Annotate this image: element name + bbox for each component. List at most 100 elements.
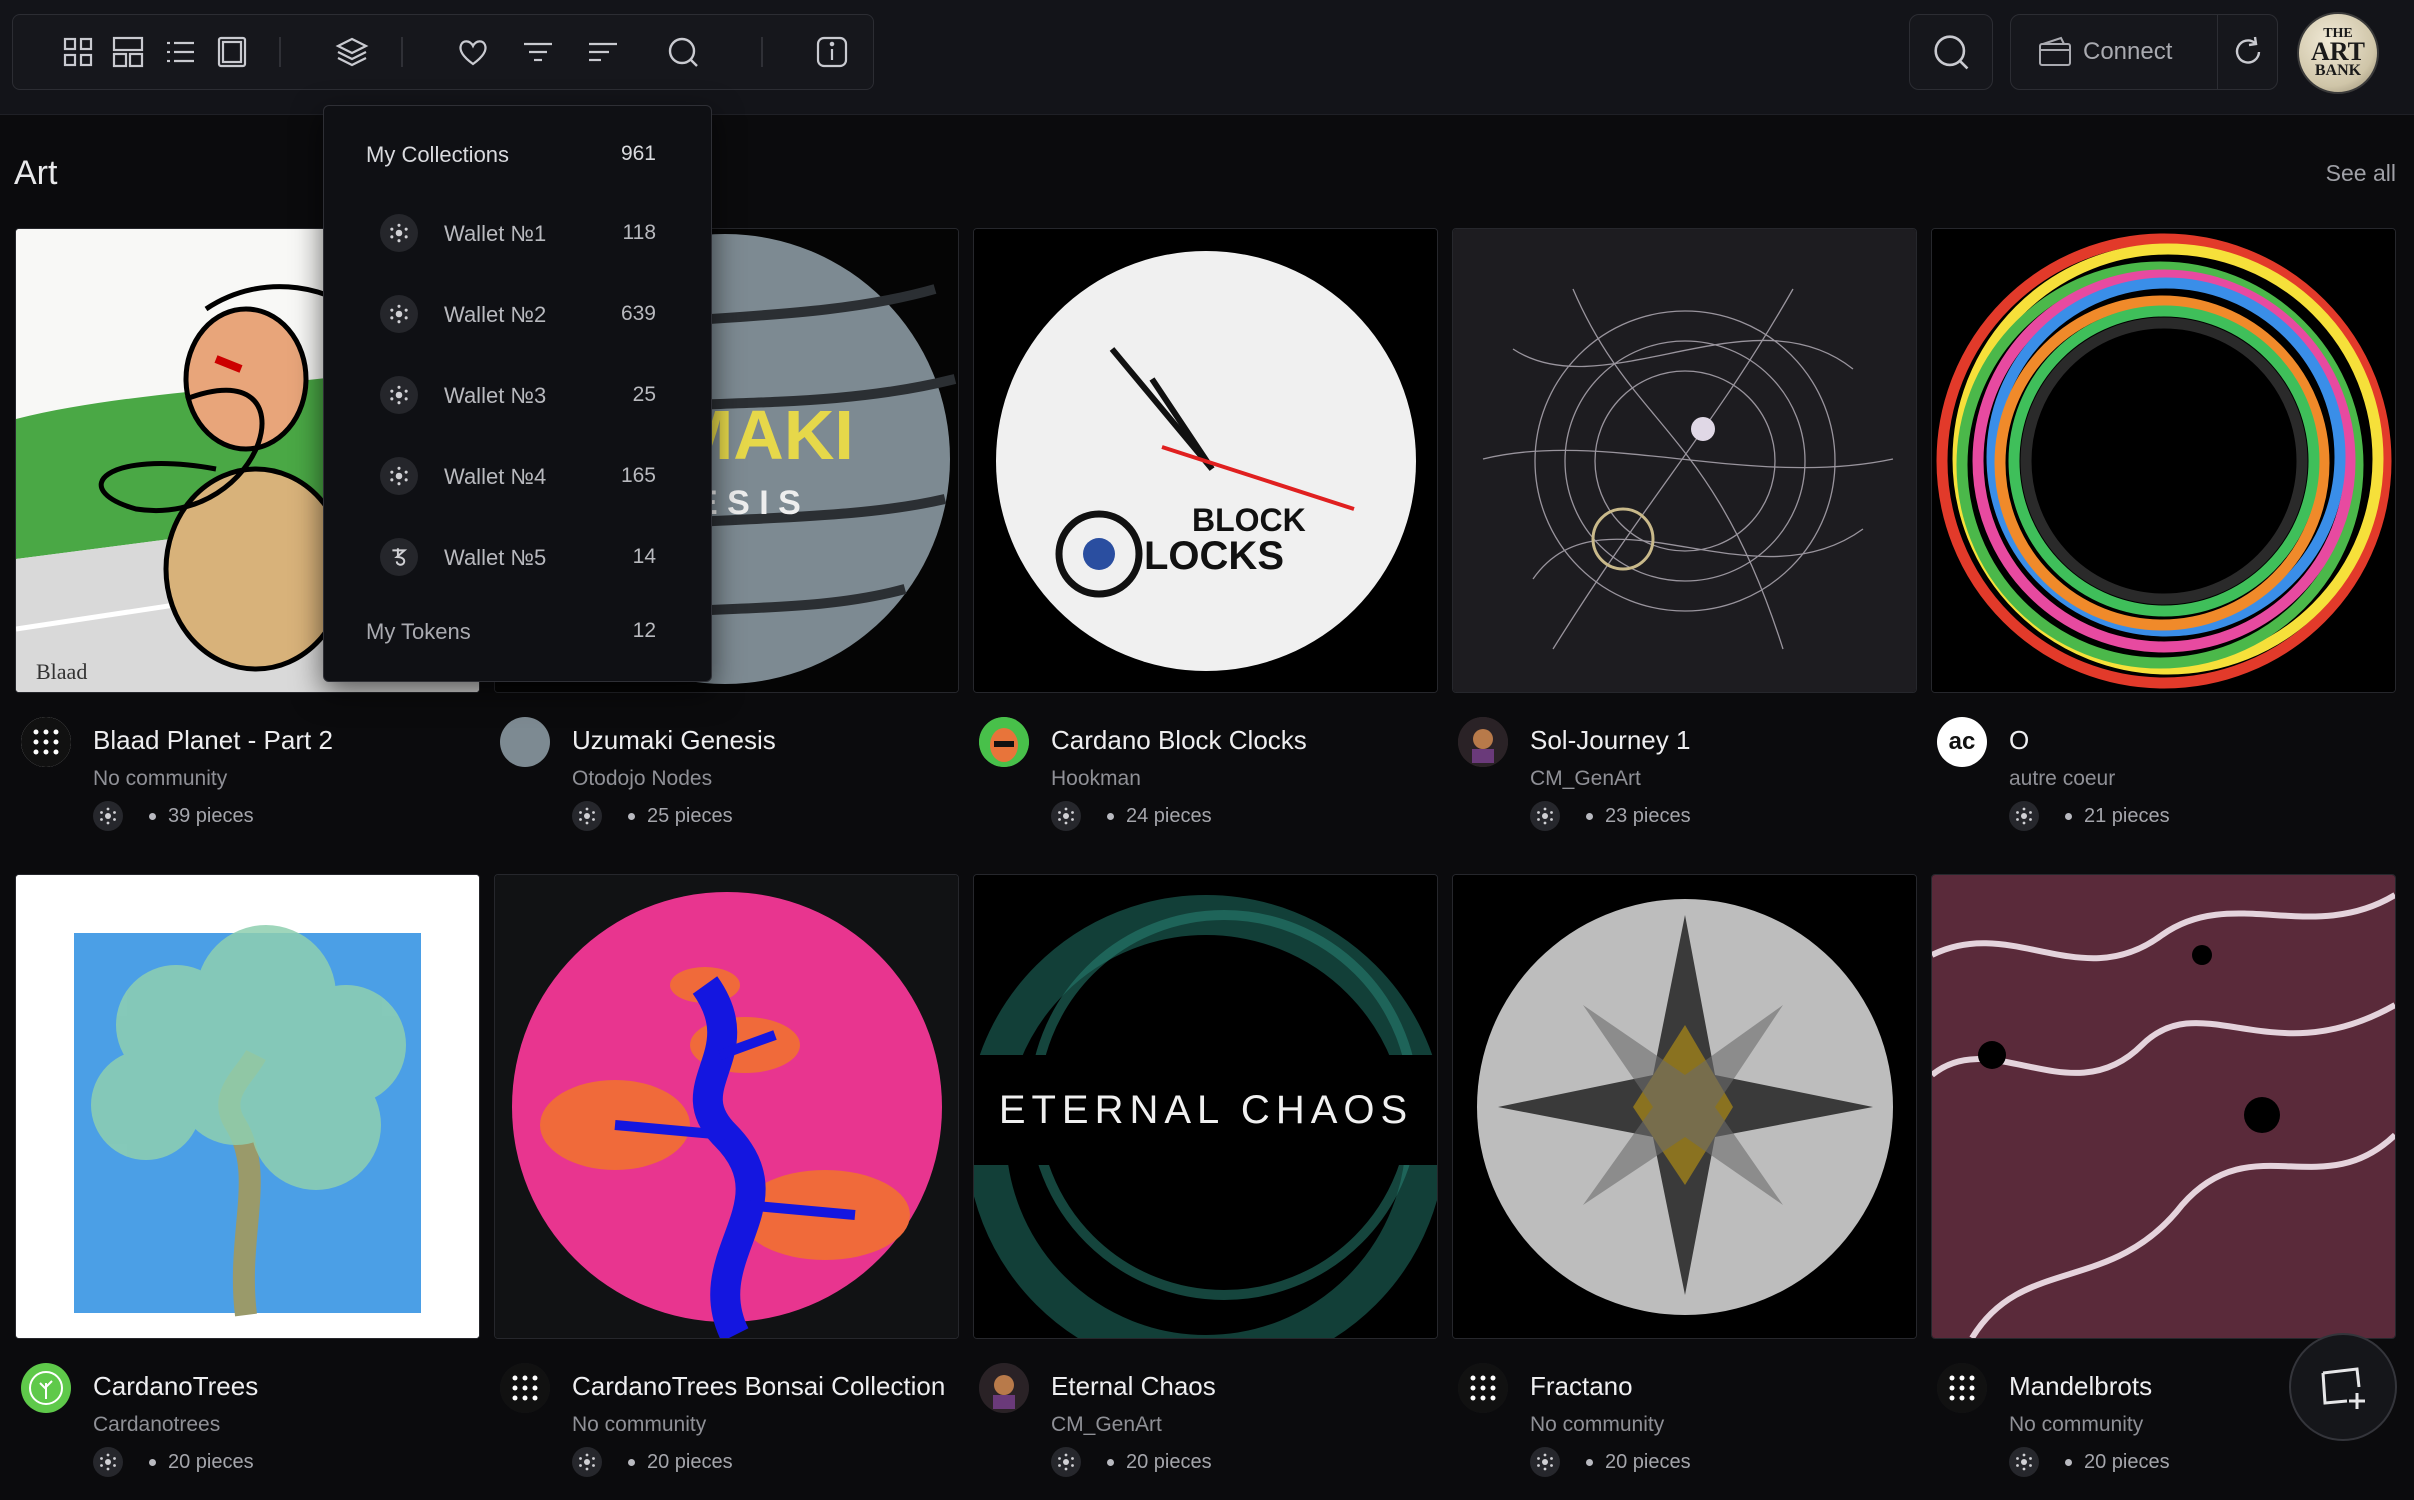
artwork-text: ETERNAL CHAOS (999, 1088, 1413, 1132)
collection-community: autre coeur (2009, 767, 2116, 790)
my-collections-label[interactable]: My Collections (366, 142, 509, 168)
account-avatar[interactable]: THE ART BANK (2297, 12, 2379, 94)
search-icon[interactable] (658, 27, 708, 77)
collection-title[interactable]: Fractano (1530, 1371, 1633, 1402)
collection-community: CM_GenArt (1530, 767, 1641, 790)
connect-wallet-group: Connect (2010, 14, 2278, 90)
filter-icon[interactable] (513, 27, 563, 77)
collection-card[interactable]: Sol-Journey 1 CM_GenArt 23 pieces (1452, 228, 1917, 843)
masonry-view-icon[interactable] (103, 27, 153, 77)
collection-stats: 21 pieces (2009, 801, 2170, 831)
cardano-icon (93, 1447, 123, 1477)
piece-count: 20 pieces (2084, 1450, 2170, 1473)
collection-stats: 25 pieces (572, 801, 733, 831)
wallet-count: 165 (620, 464, 656, 487)
logo-text: BANK (2314, 61, 2362, 79)
collection-thumbnail[interactable] (1452, 874, 1917, 1339)
grid-view-icon[interactable] (53, 27, 103, 77)
wallet-item-3[interactable]: Wallet №3 25 (324, 364, 711, 424)
global-search-button[interactable] (1909, 14, 1993, 90)
favorites-heart-icon[interactable] (448, 27, 498, 77)
wallet-item-5[interactable]: Wallet №5 14 (324, 526, 711, 586)
collection-title[interactable]: Uzumaki Genesis (572, 725, 776, 756)
info-icon[interactable] (807, 27, 857, 77)
cardano-icon (572, 801, 602, 831)
community-avatar (979, 1363, 1029, 1413)
community-avatar (500, 717, 550, 767)
wallet-label: Wallet №4 (444, 464, 547, 489)
list-view-icon[interactable] (155, 27, 205, 77)
refresh-button[interactable] (2218, 15, 2277, 89)
collection-community: No community (93, 767, 228, 790)
cardano-icon (380, 295, 418, 333)
collection-thumbnail[interactable]: BLOCK LOCKS (973, 228, 1438, 693)
collection-card[interactable]: Fractano No community 20 pieces (1452, 874, 1917, 1489)
cardano-icon (1051, 1447, 1081, 1477)
wallet-label: Wallet №1 (444, 221, 547, 246)
collection-thumbnail[interactable] (1931, 228, 2396, 693)
piece-count: 24 pieces (1126, 804, 1212, 827)
cardano-icon (1051, 801, 1081, 831)
see-all-link[interactable]: See all (2326, 160, 2396, 187)
collection-card[interactable]: BLOCK LOCKS Cardano Block Clocks Hookman… (973, 228, 1438, 843)
cardano-icon (380, 214, 418, 252)
collection-title[interactable]: O (2009, 725, 2029, 756)
refresh-icon (2235, 36, 2260, 64)
collection-title[interactable]: Blaad Planet - Part 2 (93, 725, 333, 756)
card-meta: ac O autre coeur 21 pieces (1931, 693, 2396, 843)
collection-stats: 39 pieces (93, 801, 254, 831)
wallet-label: Wallet №5 (444, 545, 547, 570)
piece-count: 20 pieces (168, 1450, 254, 1473)
piece-count: 23 pieces (1605, 804, 1691, 827)
collection-community: Hookman (1051, 767, 1141, 790)
collection-thumbnail[interactable] (15, 874, 480, 1339)
connect-label: Connect (2083, 38, 2173, 65)
collection-card[interactable]: ac O autre coeur 21 pieces (1931, 228, 2396, 843)
collection-thumbnail[interactable]: ETERNAL CHAOS (973, 874, 1438, 1339)
cardano-icon (93, 801, 123, 831)
collection-card[interactable]: ETERNAL CHAOS Eternal Chaos CM_GenArt 20… (973, 874, 1438, 1489)
wallet-item-4[interactable]: Wallet №4 165 (324, 445, 711, 505)
card-meta: Cardano Block Clocks Hookman 24 pieces (973, 693, 1438, 843)
card-meta: Uzumaki Genesis Otodojo Nodes 25 pieces (494, 693, 959, 843)
collection-title[interactable]: Mandelbrots (2009, 1371, 2152, 1402)
layers-icon[interactable] (327, 27, 377, 77)
collection-thumbnail[interactable] (1931, 874, 2396, 1339)
single-view-icon[interactable] (207, 27, 257, 77)
collection-title[interactable]: Eternal Chaos (1051, 1371, 1216, 1402)
wallet-label: Wallet №3 (444, 383, 547, 408)
logo-text: ART (2311, 37, 2365, 67)
collection-stats: 20 pieces (572, 1447, 733, 1477)
create-collection-button[interactable] (2289, 1333, 2397, 1441)
community-avatar (1458, 1363, 1508, 1413)
wallet-item-2[interactable]: Wallet №2 639 (324, 283, 711, 343)
collection-title[interactable]: CardanoTrees Bonsai Collection (572, 1371, 945, 1402)
collection-community: No community (2009, 1413, 2144, 1436)
collection-thumbnail[interactable] (1452, 228, 1917, 693)
wallet-count: 118 (622, 221, 656, 244)
card-meta: Eternal Chaos CM_GenArt 20 pieces (973, 1339, 1438, 1489)
sort-icon[interactable] (578, 27, 628, 77)
collection-stats: 20 pieces (1051, 1447, 1212, 1477)
card-meta: Fractano No community 20 pieces (1452, 1339, 1917, 1489)
wallet-label: Wallet №2 (444, 302, 547, 327)
community-avatar (500, 1363, 550, 1413)
collection-title[interactable]: Cardano Block Clocks (1051, 725, 1307, 756)
piece-count: 20 pieces (1605, 1450, 1691, 1473)
wallet-count: 639 (620, 302, 656, 325)
view-toolbar (12, 14, 874, 90)
collection-card[interactable]: CardanoTrees Cardanotrees 20 pieces (15, 874, 480, 1489)
community-avatar: ac (1937, 717, 1987, 767)
collection-thumbnail[interactable] (494, 874, 959, 1339)
collection-title[interactable]: CardanoTrees (93, 1371, 258, 1402)
piece-count: 21 pieces (2084, 804, 2170, 827)
my-tokens-label[interactable]: My Tokens (366, 619, 471, 645)
community-avatar (1458, 717, 1508, 767)
collection-stats: 20 pieces (1530, 1447, 1691, 1477)
collections-dropdown: My Collections 961 Wallet №1 118 Wallet … (323, 105, 712, 682)
connect-wallet-button[interactable]: Connect (2011, 15, 2218, 89)
collection-title[interactable]: Sol-Journey 1 (1530, 725, 1690, 756)
collection-card[interactable]: CardanoTrees Bonsai Collection No commun… (494, 874, 959, 1489)
wallet-item-1[interactable]: Wallet №1 118 (324, 202, 711, 262)
wallet-icon (2039, 36, 2071, 66)
